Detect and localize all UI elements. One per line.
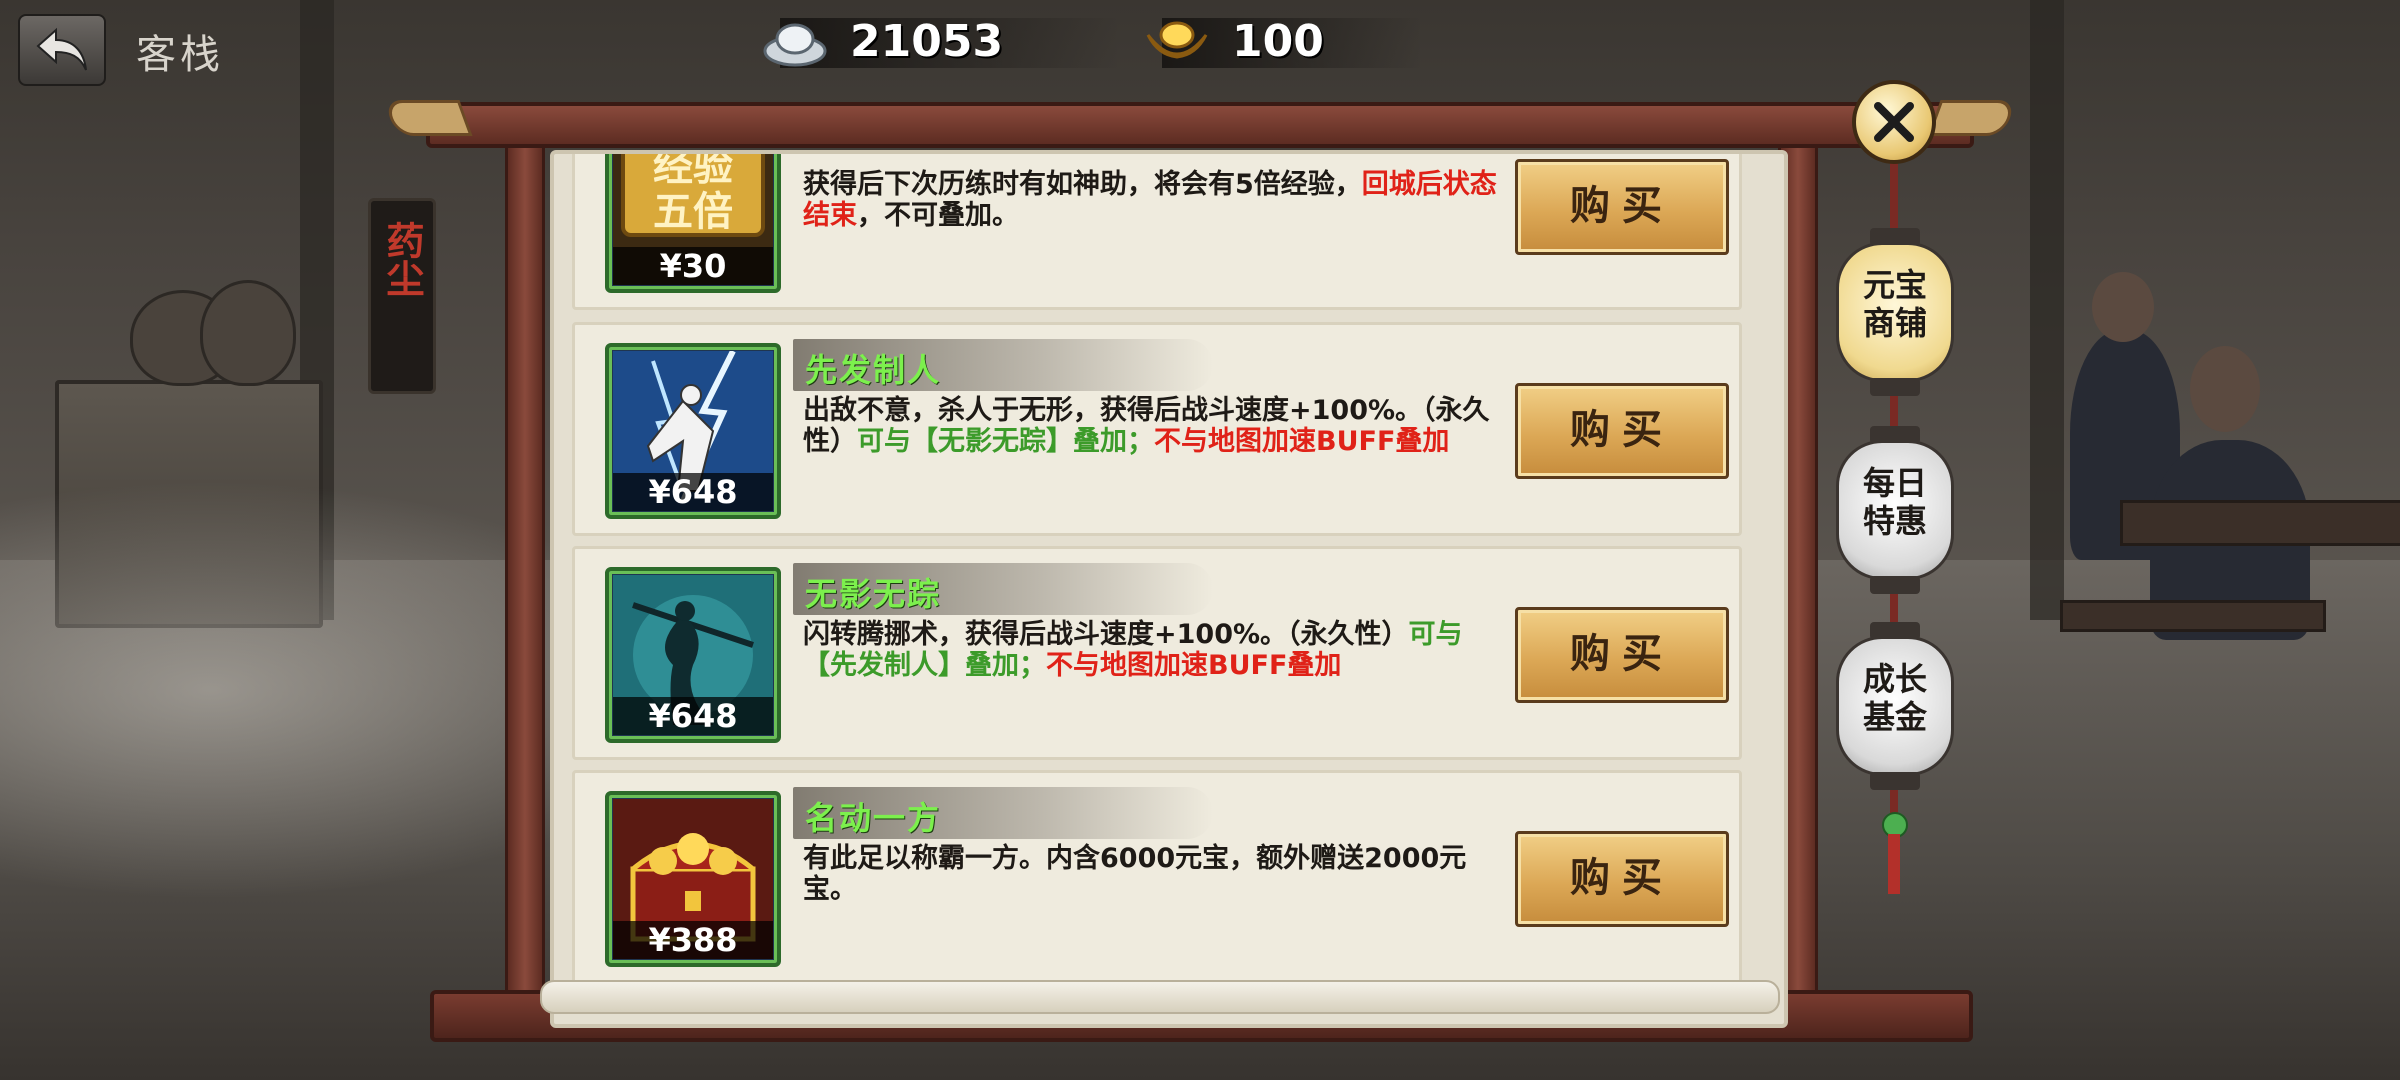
- silver-ingot-icon: [763, 23, 827, 67]
- desc-text: 获得后下次历练时有如神助，将会有5倍经验，: [803, 169, 1362, 200]
- desc-warning: 不与地图加速BUFF叠加: [1046, 650, 1342, 681]
- item-thumbnail: 经验 五倍 ¥30: [605, 150, 781, 293]
- item-price: ¥648: [613, 473, 773, 511]
- item-title-banner: 先发制人: [793, 339, 1213, 391]
- desc-text: 闪转腾挪术，获得后战斗速度+100%。（永久性）: [803, 619, 1409, 650]
- gold-ingot-icon: [1146, 21, 1208, 59]
- tab-growth-fund[interactable]: 成长基金: [1836, 622, 1954, 790]
- item-title: 先发制人: [805, 351, 942, 389]
- wine-jar: [200, 280, 296, 386]
- hanging-sign: 药尘: [368, 198, 436, 394]
- item-price: ¥30: [613, 247, 773, 285]
- buy-button[interactable]: 购买: [1515, 159, 1729, 255]
- shop-item-card: 经验 五倍 ¥30 获得后下次历练时有如神助，将会有5倍经验，回城后状态结束，不…: [572, 150, 1742, 310]
- tab-daily-deals[interactable]: 每日特惠: [1836, 426, 1954, 594]
- npc-head: [2092, 272, 2154, 342]
- tab-label-text: 成长基金: [1862, 660, 1927, 736]
- shop-panel: 经验 五倍 ¥30 获得后下次历练时有如神助，将会有5倍经验，回城后状态结束，不…: [550, 150, 1788, 1028]
- tab-label: 成长基金: [1836, 660, 1954, 736]
- desc-warning: 不与地图加速BUFF叠加: [1154, 426, 1450, 457]
- item-title-banner: 无影无踪: [793, 563, 1213, 615]
- item-description: 出敌不意，杀人于无形，获得后战斗速度+100%。（永久性）可与【无影无踪】叠加；…: [803, 395, 1503, 457]
- tab-label: 每日特惠: [1836, 464, 1954, 540]
- desc-stack-note: 可与【无影无踪】叠加；: [857, 426, 1154, 457]
- tab-label-text: 元宝商铺: [1862, 266, 1927, 342]
- item-price: ¥648: [613, 697, 773, 735]
- page-title: 客栈: [136, 32, 224, 78]
- gold-amount: 100: [1232, 15, 1324, 67]
- shop-item-card: ¥648 先发制人 出敌不意，杀人于无形，获得后战斗速度+100%。（永久性）可…: [572, 322, 1742, 536]
- buy-button[interactable]: 购买: [1515, 831, 1729, 927]
- tab-label-text: 每日特惠: [1862, 464, 1927, 540]
- silver-counter: 21053: [760, 6, 1120, 76]
- gold-counter: 100: [1142, 6, 1422, 76]
- buy-button[interactable]: 购买: [1515, 383, 1729, 479]
- item-description: 有此足以称霸一方。内含6000元宝，额外赠送2000元宝。: [803, 843, 1503, 905]
- item-thumbnail: ¥648: [605, 567, 781, 743]
- close-button[interactable]: [1852, 80, 1936, 164]
- item-description: 闪转腾挪术，获得后战斗速度+100%。（永久性）可与【先发制人】叠加；不与地图加…: [803, 619, 1503, 681]
- back-arrow-icon: [36, 27, 87, 71]
- hanging-sign-text: 药尘: [380, 221, 424, 297]
- item-thumbnail: ¥388: [605, 791, 781, 967]
- svg-text:五倍: 五倍: [653, 189, 733, 235]
- item-title: 名动一方: [805, 799, 942, 837]
- scroll-roll: [540, 980, 1780, 1014]
- lantern-cap: [1870, 576, 1920, 594]
- frame-pillar-left: [505, 130, 545, 1016]
- item-title-banner: 名动一方: [793, 787, 1213, 839]
- desc-tail: ，不可叠加。: [857, 200, 1019, 231]
- shop-item-card: ¥388 名动一方 有此足以称霸一方。内含6000元宝，额外赠送2000元宝。 …: [572, 770, 1742, 984]
- item-thumbnail: ¥648: [605, 343, 781, 519]
- tavern-table: [2120, 500, 2400, 546]
- lantern-tassel: [1888, 834, 1900, 894]
- wooden-beam: [2030, 0, 2064, 620]
- close-icon: [1874, 102, 1914, 142]
- tavern-bench: [2060, 600, 2326, 632]
- item-description: 获得后下次历练时有如神助，将会有5倍经验，回城后状态结束，不可叠加。: [803, 169, 1503, 231]
- tab-label: 元宝商铺: [1836, 266, 1954, 342]
- tab-yuanbao-shop[interactable]: 元宝商铺: [1836, 228, 1954, 396]
- svg-text:经验: 经验: [653, 150, 733, 190]
- back-button[interactable]: [18, 14, 106, 86]
- lantern-cap: [1870, 378, 1920, 396]
- top-bar: 客栈 21053 100: [0, 0, 2400, 92]
- shop-item-card: ¥648 无影无踪 闪转腾挪术，获得后战斗速度+100%。（永久性）可与【先发制…: [572, 546, 1742, 760]
- scroll-frame-top: [383, 100, 2017, 148]
- buy-button[interactable]: 购买: [1515, 607, 1729, 703]
- desc-text: 有此足以称霸一方。内含6000元宝，额外赠送2000元宝。: [803, 843, 1467, 905]
- lantern-cap: [1870, 772, 1920, 790]
- item-title: 无影无踪: [805, 575, 942, 613]
- silver-amount: 21053: [850, 15, 1004, 67]
- item-price: ¥388: [613, 921, 773, 959]
- npc-head: [2190, 346, 2260, 432]
